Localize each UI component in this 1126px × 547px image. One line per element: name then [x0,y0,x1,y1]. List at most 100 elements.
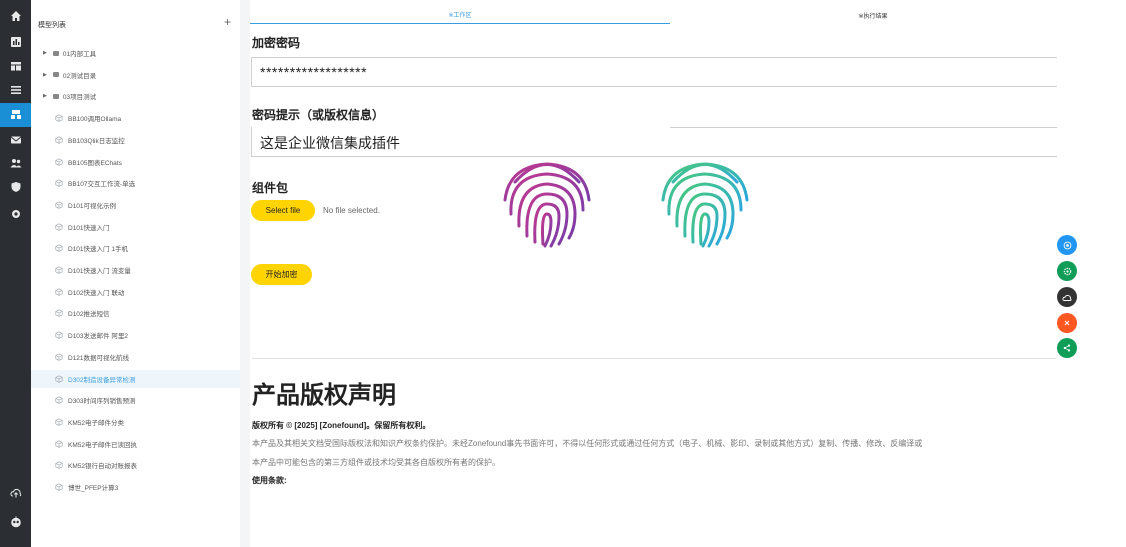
cloud-icon[interactable] [1057,287,1077,307]
tab-workspace[interactable]: ※工作区 [250,6,670,24]
tree-model-item[interactable]: D302制造设备异常检测 [31,369,240,388]
model-label: D302制造设备异常检测 [68,376,136,384]
model-label: KM52电子邮件已读回执 [68,441,137,449]
tree-folder[interactable]: ▶ 02测试目录 [31,66,240,84]
model-label: D102推送短信 [68,311,110,319]
model-label: KM52电子邮件分类 [68,419,124,427]
no-file-text: No file selected. [323,206,380,215]
cube-icon [55,157,63,166]
fingerprint-icon [503,162,591,248]
model-icon[interactable] [0,103,31,127]
copyright-title: 产品版权声明 [252,382,396,409]
hint-field-top-border [670,127,1057,128]
tab-results[interactable]: ※执行结果 [670,6,1076,24]
cube-icon [55,136,63,144]
share-icon[interactable] [1057,338,1077,358]
model-label: D303时间序列销售预测 [68,398,136,406]
package-label: 组件包 [252,181,289,195]
cube-icon [55,461,63,470]
tree-model-item[interactable]: D101可视化示例 [31,196,240,214]
model-label: D121数据可视化航线 [68,354,130,362]
select-file-button[interactable]: Select file [251,200,315,221]
chart-icon[interactable] [0,30,31,54]
cube-icon [55,396,63,404]
cube-icon [55,244,63,253]
caret-right-icon[interactable]: ▶ [43,50,47,56]
password-field[interactable]: ****************** [251,57,1057,87]
cube-icon [55,288,63,296]
copyright-line: 版权所有 © [2025] [Zonefound]。保留所有权利。 [252,421,431,430]
tree-model-item[interactable]: KM52电子邮件分类 [31,413,240,431]
copyright-paragraph: 本产品及其相关文档受国际版权法和知识产权条约保护。未经Zonefound事先书面… [252,439,923,448]
tree-model-item[interactable]: BB100调用Ollama [31,109,240,127]
robot-avatar-icon[interactable] [0,510,31,534]
tree-model-item[interactable]: KM52银行自动对账报表 [31,456,240,474]
tree-model-item[interactable]: D303时间序列销售预测 [31,391,240,409]
list-icon[interactable] [0,78,31,102]
folder-icon [52,93,59,99]
tree-model-item[interactable]: D101快速入门 [31,218,240,236]
app-window: 模型列表 + ▶ 01内部工具 ▶ 02测试目录 ▶ 03项目测试 BB100调用Ollam… [0,0,1126,547]
model-label: D102快速入门 联动 [68,289,125,297]
cube-icon [55,309,63,318]
mail-icon[interactable] [0,128,31,152]
sidebar-title: 模型列表 [38,22,66,29]
folder-icon [52,50,59,56]
cube-icon [55,201,63,209]
gear-icon[interactable] [1057,261,1077,281]
icon-rail [0,0,31,547]
cube-icon [55,331,63,339]
section-divider [252,358,1056,359]
tree-folder[interactable]: ▶ 01内部工具 [31,44,240,62]
tree-folder[interactable]: ▶ 03项目测试 [31,87,240,105]
tree-model-item[interactable]: BB107交互工作流-单选 [31,174,240,192]
hint-label: 密码提示（或版权信息） [252,108,385,122]
model-label: BB105图表EChats [68,159,122,167]
fingerprint-icon [661,162,749,248]
cube-icon [55,179,63,187]
tree-model-item[interactable]: BB105图表EChats [31,153,240,171]
users-icon[interactable] [0,151,31,175]
terms-heading: 使用条款: [252,476,287,485]
tree-model-item[interactable]: 博世_PFEP计算3 [31,478,240,496]
upload-icon[interactable] [0,481,31,505]
tree-model-item[interactable]: D101快速入门 流变量 [31,261,240,279]
cube-icon [55,374,63,383]
tree-model-item[interactable]: D102推送短信 [31,304,240,322]
cube-icon [55,353,63,361]
hint-field[interactable]: 这是企业微信集成插件 [251,127,1057,157]
home-icon[interactable] [0,4,31,28]
model-label: BB107交互工作流-单选 [68,181,136,189]
password-label: 加密密码 [252,36,301,50]
folder-label: 02测试目录 [62,72,97,80]
settings-icon[interactable] [0,202,31,226]
model-label: D101快速入门 流变量 [68,268,131,275]
start-encrypt-button[interactable]: 开始加密 [251,264,312,285]
folder-label: 03项目测试 [62,94,97,102]
tree-model-item[interactable]: D102快速入门 联动 [31,283,240,301]
caret-right-icon[interactable]: ▶ [43,72,47,78]
panel-splitter[interactable] [240,0,250,547]
caret-right-icon[interactable]: ▶ [43,93,47,99]
main-panel: ※工作区 ※执行结果 加密密码 ****************** 密码提示（… [250,0,1076,547]
model-label: BB100调用Ollama [68,116,122,124]
cube-icon [55,114,63,122]
add-model-button[interactable]: + [224,15,231,29]
tree-model-item[interactable]: D103发送邮件 阿里2 [31,326,240,344]
folder-label: 01内部工具 [62,51,97,58]
tree-model-item[interactable]: D101快速入门 1手机 [31,239,240,257]
close-icon[interactable] [1057,313,1077,333]
model-label: BB103Qlik日志监控 [68,137,125,145]
cube-icon [55,418,63,426]
tree-model-item[interactable]: BB103Qlik日志监控 [31,131,240,149]
table-icon[interactable] [0,54,31,78]
target-icon[interactable] [1057,235,1077,255]
shield-icon[interactable] [0,175,31,199]
tree-model-item[interactable]: D121数据可视化航线 [31,348,240,366]
tree-model-item[interactable]: KM52电子邮件已读回执 [31,435,240,453]
model-list-sidebar: 模型列表 + ▶ 01内部工具 ▶ 02测试目录 ▶ 03项目测试 BB100调用Ollam… [31,0,240,547]
model-label: 博世_PFEP计算3 [68,485,119,492]
cube-icon [55,483,63,491]
model-label: D103发送邮件 阿里2 [68,333,128,341]
model-label: KM52银行自动对账报表 [68,463,137,471]
